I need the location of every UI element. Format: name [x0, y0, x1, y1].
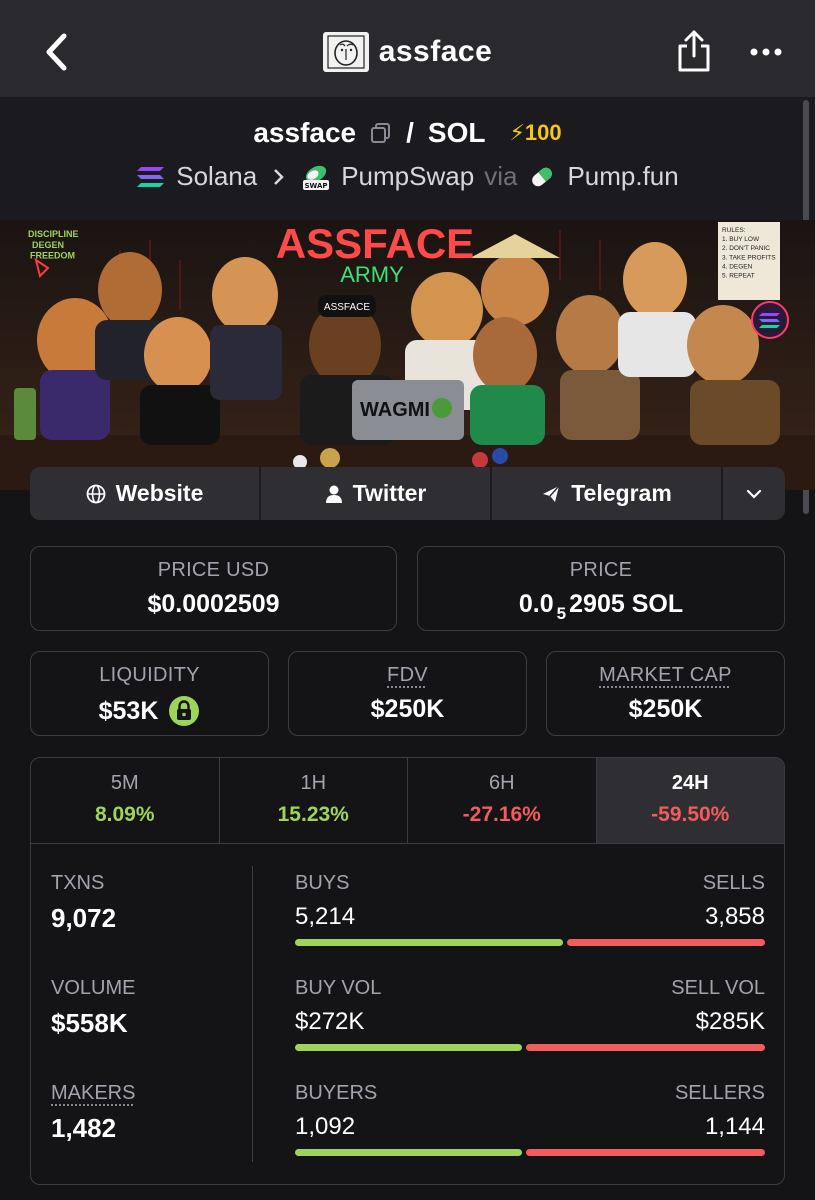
tab-5m[interactable]: 5M 8.09% [31, 758, 220, 843]
pair-title: assface / SOL ⚡100 [0, 117, 815, 149]
twitter-button[interactable]: Twitter [261, 467, 492, 520]
sellers-value: 1,144 [704, 1113, 765, 1140]
via-label: via [484, 161, 518, 191]
boost-badge[interactable]: ⚡100 [509, 120, 561, 146]
timeframe-tabs: 5M 8.09% 1H 15.23% 6H -27.16% 24H -59.50… [31, 758, 784, 844]
txns-stat: TXNS 9,072 [51, 872, 117, 933]
banner-neon-subtitle: ARMY [340, 262, 404, 287]
telegram-button[interactable]: Telegram [492, 467, 723, 520]
lock-icon[interactable] [168, 695, 200, 727]
tab-1h[interactable]: 1H 15.23% [220, 758, 408, 843]
token-logo-icon [322, 32, 369, 72]
banner-neon-title: ASSFACE [276, 220, 474, 267]
buyers-value: 1,092 [295, 1113, 356, 1140]
sells-value: 3,858 [704, 903, 765, 930]
volume-stat: VOLUME $558K [51, 977, 136, 1038]
paper-plane-icon [543, 484, 560, 502]
liquidity-card: LIQUIDITY $53K [30, 651, 269, 736]
volume-bar [295, 1044, 765, 1051]
launchpad-name[interactable]: Pump.fun [567, 161, 678, 192]
app-title: assface [378, 35, 493, 68]
pair-header: assface / SOL ⚡100 Solana SWAP PumpSwap … [0, 97, 815, 220]
website-label: Website [115, 480, 204, 506]
change-6h: -27.16% [462, 803, 541, 826]
makers-value: 1,482 [51, 1113, 117, 1143]
buys-value: 5,214 [295, 903, 356, 930]
copy-icon[interactable] [370, 122, 392, 144]
more-links-button[interactable] [723, 467, 785, 520]
buy-vol-value: $272K [295, 1008, 365, 1035]
website-button[interactable]: Website [30, 467, 261, 520]
quote-token-symbol: SOL [427, 117, 486, 148]
fdv-label[interactable]: FDV [387, 664, 428, 686]
fdv-value: $250K [370, 695, 445, 723]
volume-value: $558K [51, 1008, 128, 1038]
change-5m: 8.09% [94, 803, 155, 826]
svg-text:SWAP: SWAP [305, 182, 328, 190]
more-options-icon[interactable] [748, 38, 784, 62]
price-usd-value: $0.0002509 [147, 590, 280, 618]
user-icon [325, 485, 342, 503]
price-sol-label: PRICE [569, 559, 633, 581]
buys-sells-stat: BUYS SELLS 5,214 3,858 [295, 872, 765, 946]
stats-divider [252, 866, 253, 1162]
buyers-sellers-bar [295, 1149, 765, 1156]
token-banner-image: WAGMI ASSFACE ARMY ASSFACE DISCIPLINE DEG… [0, 220, 815, 490]
market-cap-card: MARKET CAP $250K [546, 651, 785, 736]
solana-icon [137, 166, 165, 187]
telegram-label: Telegram [571, 480, 672, 506]
base-token-symbol: assface [253, 117, 357, 148]
sell-vol-value: $285K [695, 1008, 765, 1035]
buyvol-sellvol-stat: BUY VOL SELL VOL $272K $285K [295, 977, 765, 1051]
txns-value: 9,072 [51, 903, 117, 933]
tab-24h[interactable]: 24H -59.50% [596, 758, 784, 843]
laptop-wagmi-text: WAGMI [360, 399, 430, 421]
price-sol-value: 0.0 5 2905 SOL [518, 590, 684, 623]
dex-name[interactable]: PumpSwap [341, 161, 474, 192]
chevron-down-icon [746, 489, 762, 499]
tab-6h[interactable]: 6H -27.16% [408, 758, 597, 843]
change-1h: 15.23% [277, 803, 349, 826]
price-usd-card: PRICE USD $0.0002509 [30, 546, 397, 631]
social-links-bar: Website Twitter Telegram [30, 467, 785, 520]
pumpfun-pill-icon [532, 167, 553, 186]
pair-separator: / [406, 117, 414, 148]
chain-name[interactable]: Solana [176, 161, 257, 192]
change-24h: -59.50% [651, 803, 730, 826]
price-sol-card: PRICE 0.0 5 2905 SOL [417, 546, 785, 631]
liquidity-label: LIQUIDITY [99, 664, 200, 686]
market-cap-label[interactable]: MARKET CAP [599, 664, 732, 686]
fdv-card: FDV $250K [288, 651, 527, 736]
buys-sells-bar [295, 939, 765, 946]
price-usd-label: PRICE USD [157, 559, 270, 581]
route-breadcrumb: Solana SWAP PumpSwap via Pump.fun [0, 161, 815, 192]
makers-stat: MAKERS 1,482 [51, 1082, 136, 1143]
liquidity-value: $53K [98, 696, 159, 725]
pumpswap-icon: SWAP [303, 165, 330, 190]
buyers-sellers-stat: BUYERS SELLERS 1,092 1,144 [295, 1082, 765, 1156]
globe-icon [86, 484, 106, 503]
share-icon[interactable] [676, 28, 712, 74]
banner-cap-text: ASSFACE [324, 302, 370, 313]
top-nav-bar: assface [0, 0, 815, 97]
twitter-label: Twitter [352, 480, 427, 506]
trading-stats-panel: 5M 8.09% 1H 15.23% 6H -27.16% 24H -59.50… [30, 757, 785, 1185]
chevron-right-icon [274, 168, 284, 185]
market-cap-value: $250K [628, 695, 703, 723]
